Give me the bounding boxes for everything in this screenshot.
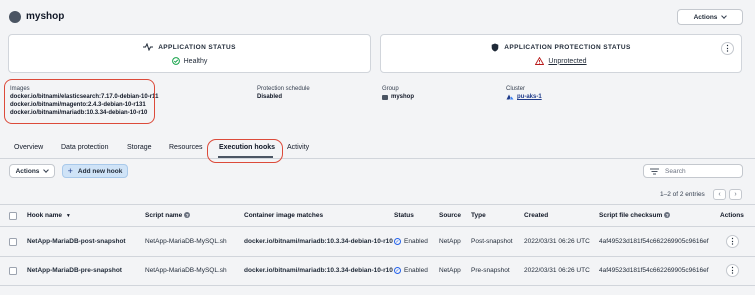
filter-icon (650, 168, 659, 174)
cluster-icon (506, 94, 514, 100)
application-status-value: Healthy (183, 57, 208, 65)
column-header-type: Type (471, 212, 486, 219)
tab-overview[interactable]: Overview (14, 144, 43, 151)
tabs-bar (0, 137, 755, 159)
group-label: Group (382, 86, 399, 92)
status-label: Enabled (404, 267, 428, 275)
script-name: NetApp-MariaDB-MySQL.sh (145, 267, 227, 274)
status-label: Enabled (404, 238, 428, 246)
help-icon[interactable]: ? (184, 212, 191, 219)
created: 2022/03/31 06:26 UTC (524, 267, 590, 274)
warning-icon (535, 57, 545, 65)
sort-down-icon: ▼ (65, 213, 71, 219)
protection-status-value[interactable]: Unprotected (548, 58, 586, 65)
row-actions-button[interactable]: ⋮ (726, 235, 739, 248)
chevron-down-icon (721, 13, 728, 19)
add-new-hook-label: Add new hook (77, 167, 123, 175)
chevron-left-icon: ‹ (718, 191, 721, 198)
table-actions-label: Actions (15, 167, 40, 175)
chevron-down-icon (43, 167, 50, 173)
row-actions-button[interactable]: ⋮ (726, 264, 739, 277)
protection-schedule-value: Disabled (257, 94, 283, 100)
checksum: 4af49523d181f54c662269905c9616ef (599, 267, 709, 274)
column-header-image-matches: Container image matches (244, 212, 324, 219)
hook-name[interactable]: NetApp-MariaDB-post-snapshot (27, 238, 126, 245)
column-header-checksum: Script file checksum? (599, 212, 671, 219)
column-header-actions: Actions (720, 212, 744, 219)
tab-activity[interactable]: Activity (287, 144, 309, 151)
row-checkbox[interactable] (9, 238, 17, 246)
tab-data-protection[interactable]: Data protection (61, 144, 108, 151)
protection-status-card: APPLICATION PROTECTION STATUS Unprotecte… (380, 34, 742, 73)
status: ✓ Enabled (394, 238, 428, 245)
application-status-heading: APPLICATION STATUS (158, 43, 236, 51)
images-highlight-annotation (4, 79, 155, 124)
column-header-source: Source (439, 212, 462, 219)
type: Pre-snapshot (471, 267, 510, 274)
source: NetApp (439, 267, 461, 274)
shield-icon (491, 43, 499, 52)
search-placeholder: Search (665, 167, 686, 175)
type: Post-snapshot (471, 238, 513, 245)
protection-status-heading: APPLICATION PROTECTION STATUS (504, 44, 631, 51)
tab-storage[interactable]: Storage (127, 144, 152, 151)
select-all-checkbox[interactable] (9, 212, 17, 220)
tab-resources[interactable]: Resources (169, 144, 202, 151)
hook-name[interactable]: NetApp-MariaDB-pre-snapshot (27, 267, 122, 274)
chevron-right-icon: › (734, 191, 737, 198)
prev-page-button[interactable]: ‹ (713, 189, 726, 200)
next-page-button[interactable]: › (729, 189, 742, 200)
actions-label: Actions (693, 13, 718, 21)
column-label: Script file checksum (599, 212, 663, 219)
cluster-value[interactable]: pu-aks-1 (517, 94, 542, 100)
cluster-label: Cluster (506, 86, 526, 92)
search-input[interactable]: Search (643, 164, 743, 178)
app-icon (9, 11, 21, 23)
column-header-created: Created (524, 212, 549, 219)
check-circle-icon: ✓ (394, 238, 401, 245)
checksum: 4af49523d181f54c662269905c9616ef (599, 238, 709, 245)
row-divider (0, 285, 755, 286)
row-checkbox[interactable] (9, 267, 17, 275)
column-header-status: Status (394, 212, 414, 219)
check-circle-icon (171, 57, 180, 65)
tab-highlight-annotation (207, 139, 283, 163)
group-icon (382, 94, 388, 100)
pulse-icon (143, 43, 154, 51)
title-bar (0, 0, 755, 32)
created: 2022/03/31 06:26 UTC (524, 238, 590, 245)
column-header-hook-name[interactable]: Hook name ▼ (27, 212, 71, 219)
column-label: Script name (145, 212, 183, 219)
source: NetApp (439, 238, 461, 245)
table-top-border (0, 204, 755, 205)
help-icon[interactable]: ? (664, 212, 671, 219)
check-circle-icon: ✓ (394, 267, 401, 274)
container-image: docker.io/bitnami/mariadb:10.3.34-debian… (244, 267, 393, 274)
column-label: Hook name (27, 212, 63, 219)
app-title: myshop (26, 11, 65, 22)
status: ✓ Enabled (394, 267, 428, 274)
container-image: docker.io/bitnami/mariadb:10.3.34-debian… (244, 238, 393, 245)
add-new-hook-button[interactable]: + Add new hook (62, 164, 128, 178)
pagination-text: 1–2 of 2 entries (660, 191, 705, 198)
protection-menu-button[interactable]: ⋮ (721, 42, 734, 55)
column-header-script-name: Script name? (145, 212, 191, 219)
protection-schedule-label: Protection schedule (257, 86, 310, 92)
application-status-card: APPLICATION STATUS Healthy (8, 34, 371, 73)
actions-dropdown-button[interactable]: Actions (677, 9, 743, 25)
table-actions-button[interactable]: Actions (9, 164, 55, 178)
script-name: NetApp-MariaDB-MySQL.sh (145, 238, 227, 245)
group-value: myshop (391, 94, 415, 100)
plus-icon: + (67, 166, 73, 176)
